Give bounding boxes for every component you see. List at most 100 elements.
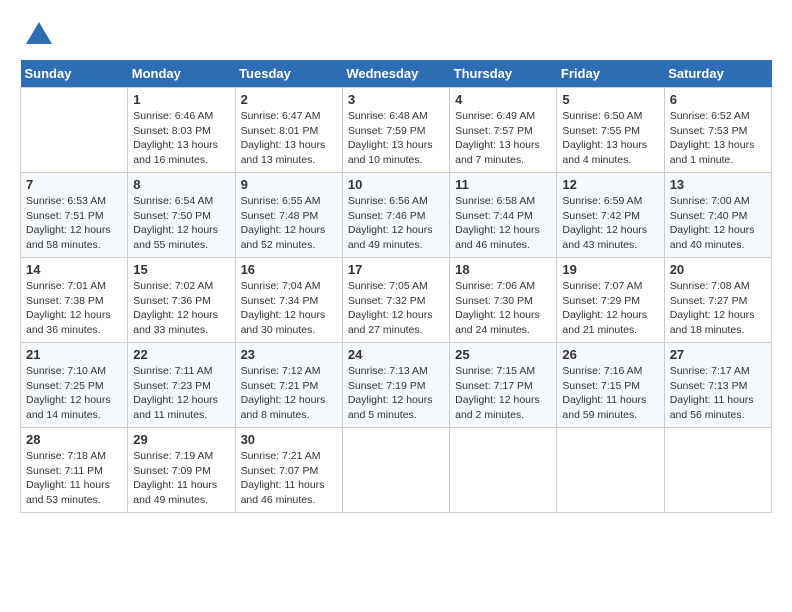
calendar-cell: 29 Sunrise: 7:19 AMSunset: 7:09 PMDaylig… [128,428,235,513]
calendar-cell: 28 Sunrise: 7:18 AMSunset: 7:11 PMDaylig… [21,428,128,513]
calendar-cell: 13 Sunrise: 7:00 AMSunset: 7:40 PMDaylig… [664,173,771,258]
day-info: Sunrise: 7:16 AMSunset: 7:15 PMDaylight:… [562,364,658,423]
day-info: Sunrise: 7:04 AMSunset: 7:34 PMDaylight:… [241,279,337,338]
calendar-cell: 24 Sunrise: 7:13 AMSunset: 7:19 PMDaylig… [342,343,449,428]
header-day-friday: Friday [557,60,664,88]
logo-icon [24,20,54,50]
day-info: Sunrise: 7:17 AMSunset: 7:13 PMDaylight:… [670,364,766,423]
day-number: 16 [241,262,337,277]
day-info: Sunrise: 7:06 AMSunset: 7:30 PMDaylight:… [455,279,551,338]
calendar-cell [450,428,557,513]
day-number: 26 [562,347,658,362]
day-info: Sunrise: 7:13 AMSunset: 7:19 PMDaylight:… [348,364,444,423]
day-number: 1 [133,92,229,107]
calendar-cell: 17 Sunrise: 7:05 AMSunset: 7:32 PMDaylig… [342,258,449,343]
header [20,20,772,50]
calendar-cell: 18 Sunrise: 7:06 AMSunset: 7:30 PMDaylig… [450,258,557,343]
day-number: 23 [241,347,337,362]
day-number: 30 [241,432,337,447]
calendar-cell: 27 Sunrise: 7:17 AMSunset: 7:13 PMDaylig… [664,343,771,428]
calendar-cell [664,428,771,513]
logo [20,20,54,50]
calendar-cell: 15 Sunrise: 7:02 AMSunset: 7:36 PMDaylig… [128,258,235,343]
day-number: 21 [26,347,122,362]
day-info: Sunrise: 7:01 AMSunset: 7:38 PMDaylight:… [26,279,122,338]
week-row-2: 14 Sunrise: 7:01 AMSunset: 7:38 PMDaylig… [21,258,772,343]
week-row-3: 21 Sunrise: 7:10 AMSunset: 7:25 PMDaylig… [21,343,772,428]
header-day-tuesday: Tuesday [235,60,342,88]
day-info: Sunrise: 6:50 AMSunset: 7:55 PMDaylight:… [562,109,658,168]
day-info: Sunrise: 6:47 AMSunset: 8:01 PMDaylight:… [241,109,337,168]
day-number: 11 [455,177,551,192]
day-info: Sunrise: 6:59 AMSunset: 7:42 PMDaylight:… [562,194,658,253]
calendar-cell: 12 Sunrise: 6:59 AMSunset: 7:42 PMDaylig… [557,173,664,258]
day-info: Sunrise: 7:02 AMSunset: 7:36 PMDaylight:… [133,279,229,338]
calendar-cell: 9 Sunrise: 6:55 AMSunset: 7:48 PMDayligh… [235,173,342,258]
calendar-cell: 26 Sunrise: 7:16 AMSunset: 7:15 PMDaylig… [557,343,664,428]
calendar-cell: 8 Sunrise: 6:54 AMSunset: 7:50 PMDayligh… [128,173,235,258]
header-day-thursday: Thursday [450,60,557,88]
header-day-sunday: Sunday [21,60,128,88]
calendar-table: SundayMondayTuesdayWednesdayThursdayFrid… [20,60,772,513]
day-number: 25 [455,347,551,362]
calendar-cell: 6 Sunrise: 6:52 AMSunset: 7:53 PMDayligh… [664,88,771,173]
calendar-cell: 16 Sunrise: 7:04 AMSunset: 7:34 PMDaylig… [235,258,342,343]
week-row-1: 7 Sunrise: 6:53 AMSunset: 7:51 PMDayligh… [21,173,772,258]
calendar-cell: 14 Sunrise: 7:01 AMSunset: 7:38 PMDaylig… [21,258,128,343]
calendar-cell: 23 Sunrise: 7:12 AMSunset: 7:21 PMDaylig… [235,343,342,428]
day-number: 8 [133,177,229,192]
header-day-wednesday: Wednesday [342,60,449,88]
calendar-cell: 20 Sunrise: 7:08 AMSunset: 7:27 PMDaylig… [664,258,771,343]
day-number: 24 [348,347,444,362]
day-number: 2 [241,92,337,107]
day-info: Sunrise: 6:53 AMSunset: 7:51 PMDaylight:… [26,194,122,253]
calendar-cell: 2 Sunrise: 6:47 AMSunset: 8:01 PMDayligh… [235,88,342,173]
day-info: Sunrise: 6:56 AMSunset: 7:46 PMDaylight:… [348,194,444,253]
day-info: Sunrise: 6:55 AMSunset: 7:48 PMDaylight:… [241,194,337,253]
calendar-cell [342,428,449,513]
calendar-cell: 10 Sunrise: 6:56 AMSunset: 7:46 PMDaylig… [342,173,449,258]
day-info: Sunrise: 7:19 AMSunset: 7:09 PMDaylight:… [133,449,229,508]
day-number: 3 [348,92,444,107]
day-number: 20 [670,262,766,277]
day-number: 29 [133,432,229,447]
calendar-cell [21,88,128,173]
calendar-cell: 7 Sunrise: 6:53 AMSunset: 7:51 PMDayligh… [21,173,128,258]
day-number: 14 [26,262,122,277]
day-info: Sunrise: 7:05 AMSunset: 7:32 PMDaylight:… [348,279,444,338]
calendar-cell: 1 Sunrise: 6:46 AMSunset: 8:03 PMDayligh… [128,88,235,173]
calendar-cell: 22 Sunrise: 7:11 AMSunset: 7:23 PMDaylig… [128,343,235,428]
day-info: Sunrise: 6:49 AMSunset: 7:57 PMDaylight:… [455,109,551,168]
day-number: 7 [26,177,122,192]
day-number: 18 [455,262,551,277]
day-info: Sunrise: 7:11 AMSunset: 7:23 PMDaylight:… [133,364,229,423]
day-info: Sunrise: 7:15 AMSunset: 7:17 PMDaylight:… [455,364,551,423]
day-number: 19 [562,262,658,277]
calendar-cell: 3 Sunrise: 6:48 AMSunset: 7:59 PMDayligh… [342,88,449,173]
week-row-0: 1 Sunrise: 6:46 AMSunset: 8:03 PMDayligh… [21,88,772,173]
day-info: Sunrise: 6:46 AMSunset: 8:03 PMDaylight:… [133,109,229,168]
calendar-cell: 25 Sunrise: 7:15 AMSunset: 7:17 PMDaylig… [450,343,557,428]
day-number: 15 [133,262,229,277]
calendar-cell: 11 Sunrise: 6:58 AMSunset: 7:44 PMDaylig… [450,173,557,258]
day-number: 22 [133,347,229,362]
day-info: Sunrise: 7:18 AMSunset: 7:11 PMDaylight:… [26,449,122,508]
day-info: Sunrise: 6:54 AMSunset: 7:50 PMDaylight:… [133,194,229,253]
header-day-saturday: Saturday [664,60,771,88]
calendar-cell: 5 Sunrise: 6:50 AMSunset: 7:55 PMDayligh… [557,88,664,173]
day-info: Sunrise: 6:48 AMSunset: 7:59 PMDaylight:… [348,109,444,168]
header-day-monday: Monday [128,60,235,88]
day-number: 4 [455,92,551,107]
day-info: Sunrise: 6:52 AMSunset: 7:53 PMDaylight:… [670,109,766,168]
day-info: Sunrise: 6:58 AMSunset: 7:44 PMDaylight:… [455,194,551,253]
day-info: Sunrise: 7:12 AMSunset: 7:21 PMDaylight:… [241,364,337,423]
day-number: 12 [562,177,658,192]
day-info: Sunrise: 7:00 AMSunset: 7:40 PMDaylight:… [670,194,766,253]
header-row: SundayMondayTuesdayWednesdayThursdayFrid… [21,60,772,88]
calendar-cell: 19 Sunrise: 7:07 AMSunset: 7:29 PMDaylig… [557,258,664,343]
calendar-cell: 30 Sunrise: 7:21 AMSunset: 7:07 PMDaylig… [235,428,342,513]
calendar-cell: 21 Sunrise: 7:10 AMSunset: 7:25 PMDaylig… [21,343,128,428]
day-number: 28 [26,432,122,447]
day-number: 9 [241,177,337,192]
day-number: 6 [670,92,766,107]
